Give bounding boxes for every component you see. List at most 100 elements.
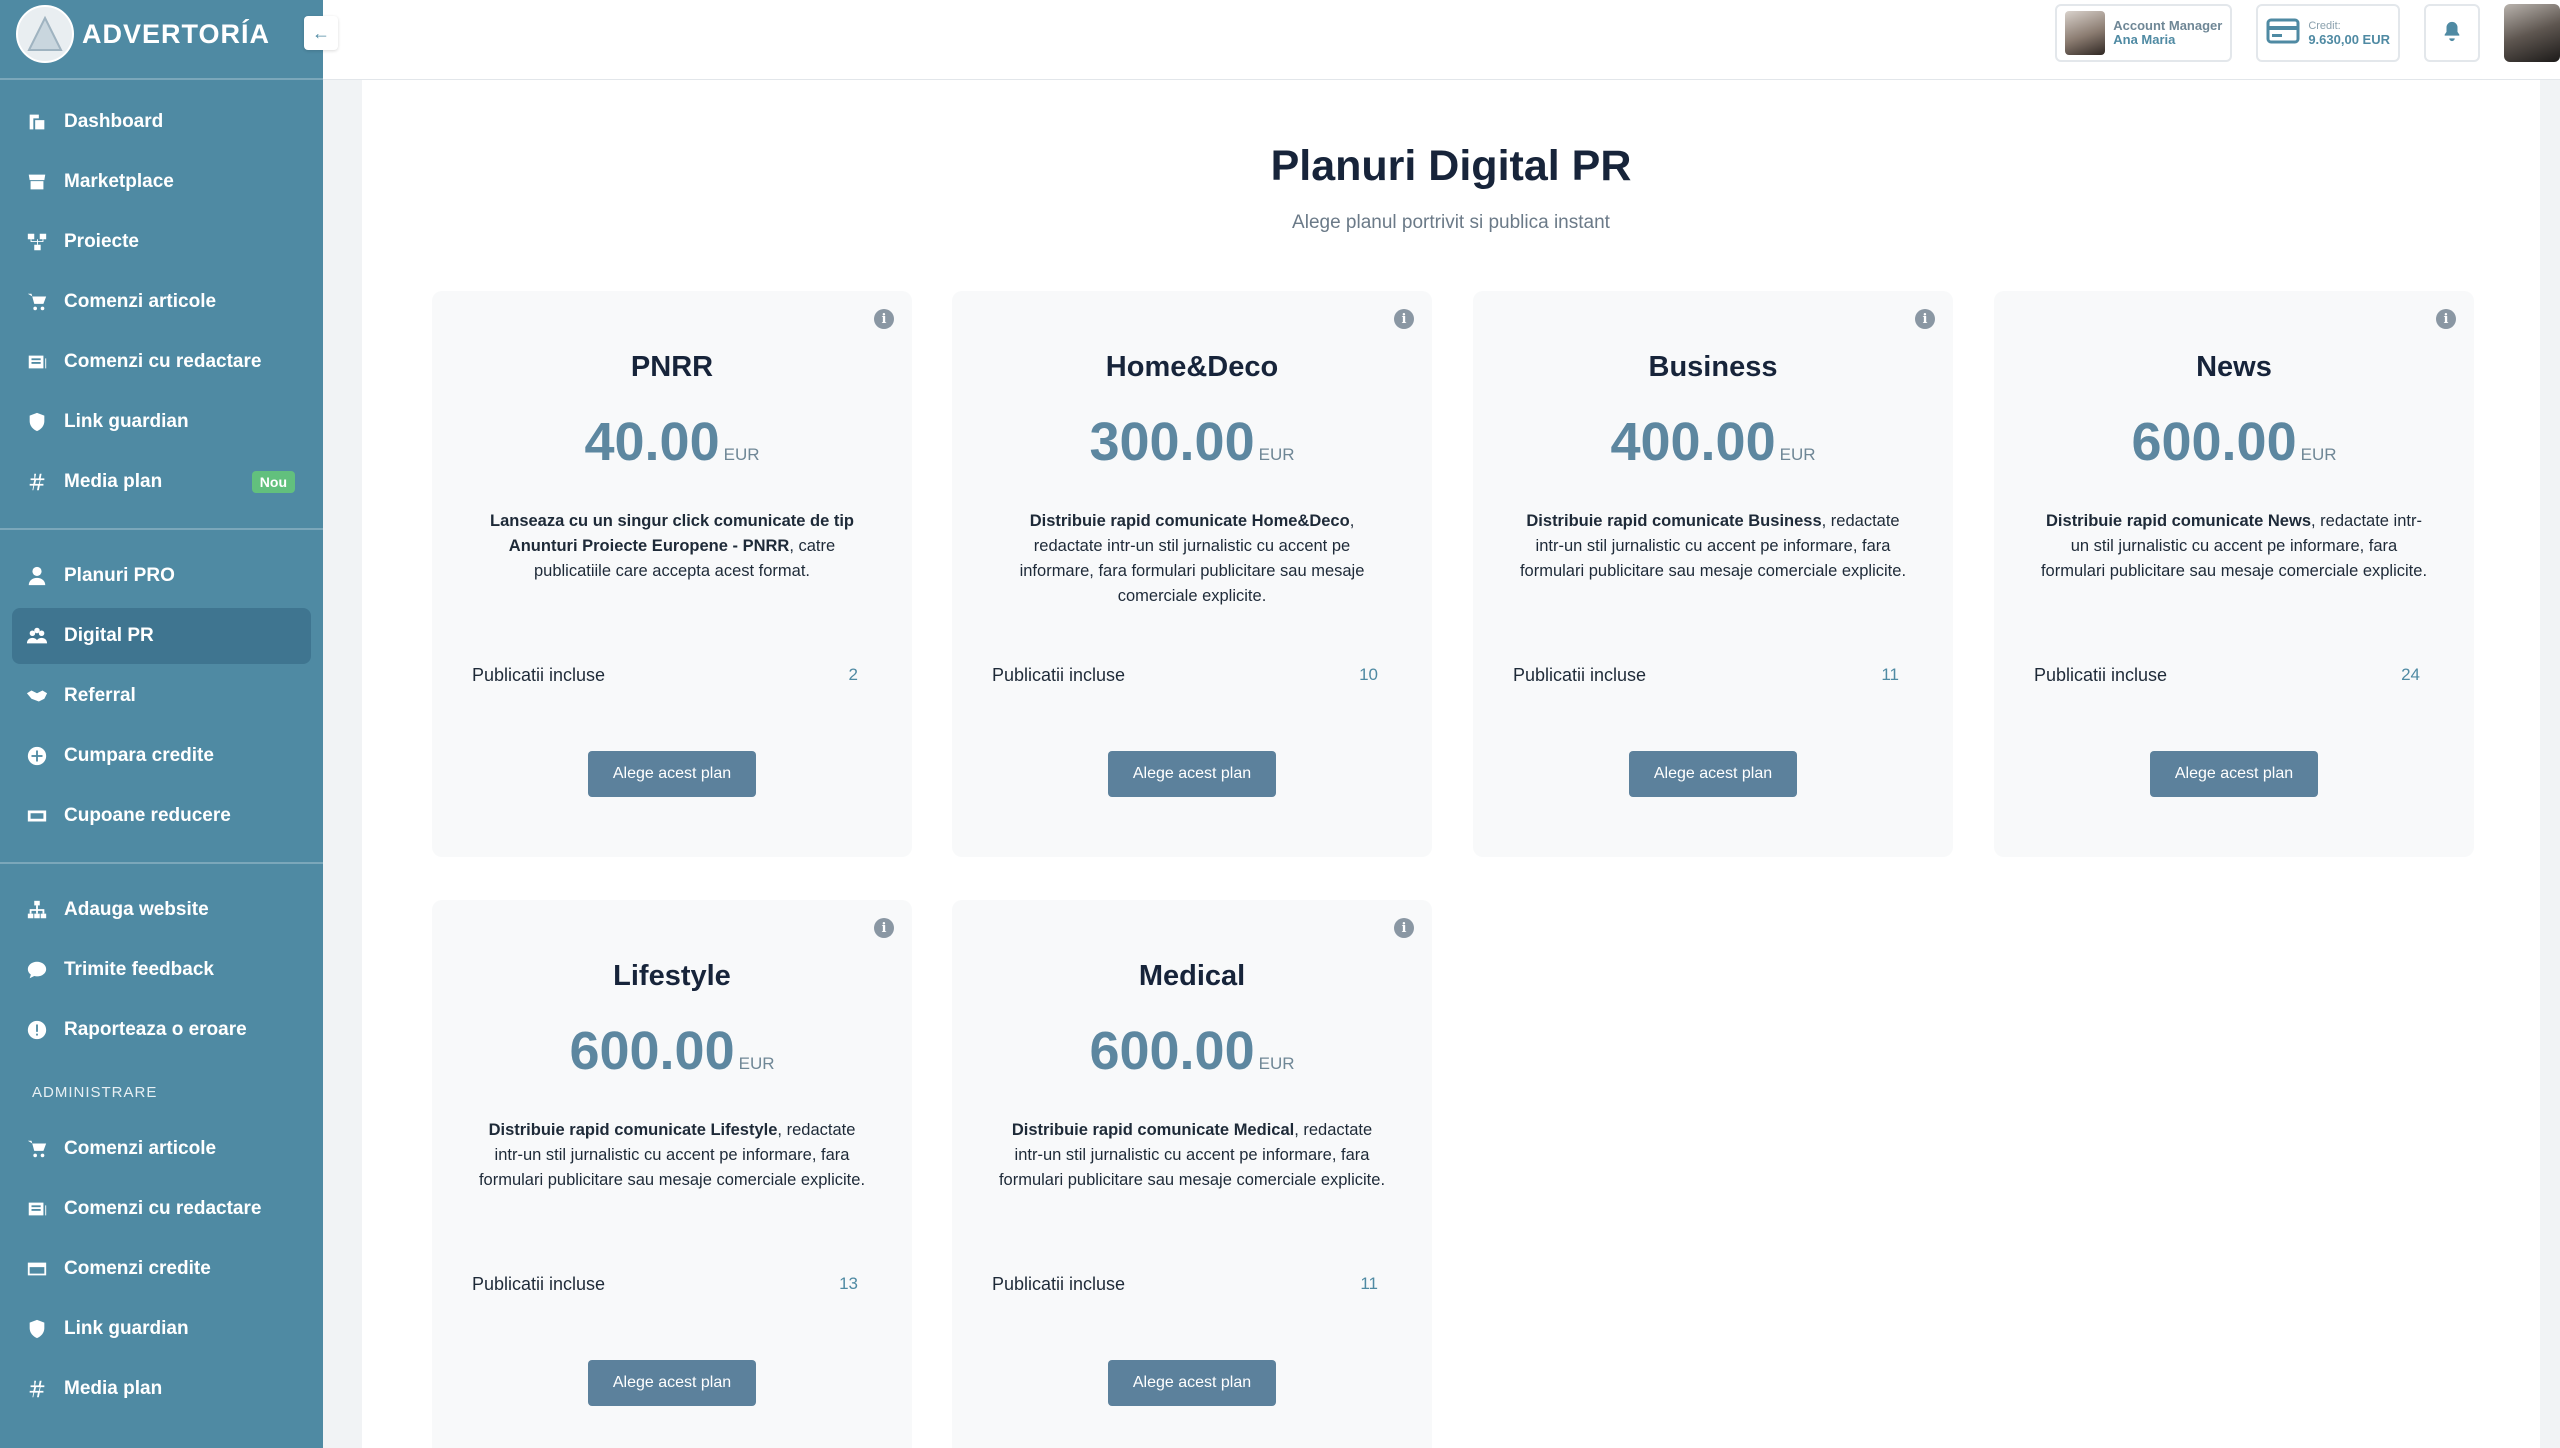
price-currency: EUR [1779,445,1816,464]
nav-main: Dashboard Marketplace Proiecte Comenzi arti… [0,94,323,510]
newspaper-icon [26,1198,48,1220]
sidebar-item-marketplace[interactable]: Marketplace [12,154,311,210]
sidebar-item-comenzi-articole[interactable]: Comenzi articole [12,1121,311,1177]
sidebar-item-adauga-website[interactable]: Adauga website [12,882,311,938]
info-icon[interactable]: i [1915,309,1935,329]
sidebar-item-label: Cumpara credite [64,745,214,766]
people-icon [26,625,48,647]
choose-plan-button[interactable]: Alege acest plan [1108,751,1276,797]
choose-plan-button[interactable]: Alege acest plan [1629,751,1797,797]
user-avatar[interactable] [2504,4,2560,62]
nav-support: Adauga website Trimite feedback Raporteaza… [0,882,323,1058]
sidebar-item-comenzi-articole[interactable]: Comenzi articole [12,274,311,330]
plan-included-row: Publicatii incluse 10 [992,665,1378,686]
plan-description-bold: Distribuie rapid comunicate Lifestyle [488,1121,778,1139]
cart-icon [26,291,48,313]
price-value: 400.00 [1610,412,1776,472]
brand-logo-icon [16,5,74,63]
arrow-left-icon: ← [312,22,330,43]
sidebar-item-label: Proiecte [64,231,139,252]
credit-card-icon [2266,17,2300,50]
user-tie-icon [26,565,48,587]
sidebar-item-link-guardian[interactable]: Link guardian [12,1301,311,1357]
divider [0,862,323,864]
account-manager-label: Account Manager [2113,18,2223,33]
sidebar-item-proiecte[interactable]: Proiecte [12,214,311,270]
sidebar-item-planuri-pro[interactable]: Planuri PRO [12,548,311,604]
credit-pill[interactable]: Credit: 9.630,00 EUR [2256,4,2400,62]
plan-name: Home&Deco [1105,351,1279,383]
included-label: Publicatii incluse [1513,665,1647,685]
hash-icon [26,1378,48,1400]
sidebar-item-link-guardian[interactable]: Link guardian [12,394,311,450]
bell-icon [2441,20,2463,47]
choose-plan-button[interactable]: Alege acest plan [2150,751,2318,797]
sidebar-item-dashboard[interactable]: Dashboard [12,94,311,150]
sidebar-item-label: Dashboard [64,111,164,132]
sidebar-item-label: Comenzi cu redactare [64,1198,262,1219]
included-count: 11 [1881,665,1899,684]
sidebar-item-label: Media plan [64,471,163,492]
plan-price: 600.00 EUR [1994,411,2474,473]
plan-description: Distribuie rapid comunicate Medical, red… [998,1118,1386,1193]
plan-name: Lifestyle [613,960,731,992]
page-subtitle: Alege planul portrivit si publica instan… [1292,212,1610,233]
info-icon[interactable]: i [1394,309,1414,329]
info-icon[interactable]: i [874,918,894,938]
account-manager-avatar [2065,11,2106,55]
sidebar-item-media-plan[interactable]: Media plan Nou [12,454,311,510]
included-label: Publicatii incluse [472,1274,606,1294]
sidebar-item-label: Digital PR [64,625,154,646]
newspaper-icon [26,351,48,373]
store-icon [26,171,48,193]
credit-value: 9.630,00 EUR [2308,32,2390,47]
cart-icon [26,1138,48,1160]
price-value: 600.00 [569,1021,735,1081]
info-icon[interactable]: i [1394,918,1414,938]
plan-card: i Business 400.00 EUR Distribuie rapid co… [1473,291,1953,857]
price-currency: EUR [1258,1054,1295,1073]
choose-plan-button[interactable]: Alege acest plan [1108,1360,1276,1406]
info-icon[interactable]: i [874,309,894,329]
brand-name: ADVERTORÍA [82,18,271,49]
sidebar-item-comenzi-cu-redactare[interactable]: Comenzi cu redactare [12,1181,311,1237]
account-manager-pill[interactable]: Account Manager Ana Maria [2055,4,2233,62]
choose-plan-button[interactable]: Alege acest plan [588,1360,756,1406]
sidebar-collapse-button[interactable]: ← [304,16,338,50]
shield-icon [26,1318,48,1340]
plan-card: i PNRR 40.00 EUR Lanseaza cu un singur cl… [432,291,912,857]
choose-plan-button[interactable]: Alege acest plan [588,751,756,797]
plan-description: Distribuie rapid comunicate Business, re… [1519,509,1907,584]
plan-included-row: Publicatii incluse 11 [1513,665,1899,686]
notifications-button[interactable] [2424,4,2480,62]
divider [0,78,323,80]
sidebar-item-comenzi-credite[interactable]: Comenzi credite [12,1241,311,1297]
price-currency: EUR [2300,445,2337,464]
sidebar-item-referral[interactable]: Referral [12,668,311,724]
sidebar-item-digital-pr[interactable]: Digital PR [12,608,311,664]
info-icon[interactable]: i [2436,309,2456,329]
sidebar-item-raporteaza-o-eroare[interactable]: Raporteaza o eroare [12,1002,311,1058]
plan-included-row: Publicatii incluse 11 [992,1274,1378,1295]
included-label: Publicatii incluse [992,665,1126,685]
main-content: Planuri Digital PR Alege planul portrivi… [362,80,2540,1448]
sidebar-item-cumpara-credite[interactable]: Cumpara credite [12,728,311,784]
sidebar-item-label: Comenzi credite [64,1258,211,1279]
credit-card-icon [26,1258,48,1280]
nav-plans: Planuri PRO Digital PR Referral Cumpara cre… [0,548,323,844]
included-count: 10 [1359,665,1378,684]
page-title: Planuri Digital PR [1270,142,1632,190]
sidebar-item-label: Comenzi articole [64,291,217,312]
included-count: 11 [1360,1274,1378,1293]
sidebar-item-label: Link guardian [64,1318,189,1339]
sidebar-item-media-plan[interactable]: Media plan [12,1361,311,1417]
sidebar-item-trimite-feedback[interactable]: Trimite feedback [12,942,311,998]
brand[interactable]: ADVERTORÍA [0,0,323,68]
hash-icon [26,471,48,493]
included-label: Publicatii incluse [2034,665,2168,685]
plan-price: 600.00 EUR [952,1020,1432,1082]
plan-card: i Home&Deco 300.00 EUR Distribuie rapid c… [952,291,1432,857]
sidebar-item-comenzi-cu-redactare[interactable]: Comenzi cu redactare [12,334,311,390]
sidebar-item-cupoane-reducere[interactable]: Cupoane reducere [12,788,311,844]
dashboard-icon [26,111,48,133]
